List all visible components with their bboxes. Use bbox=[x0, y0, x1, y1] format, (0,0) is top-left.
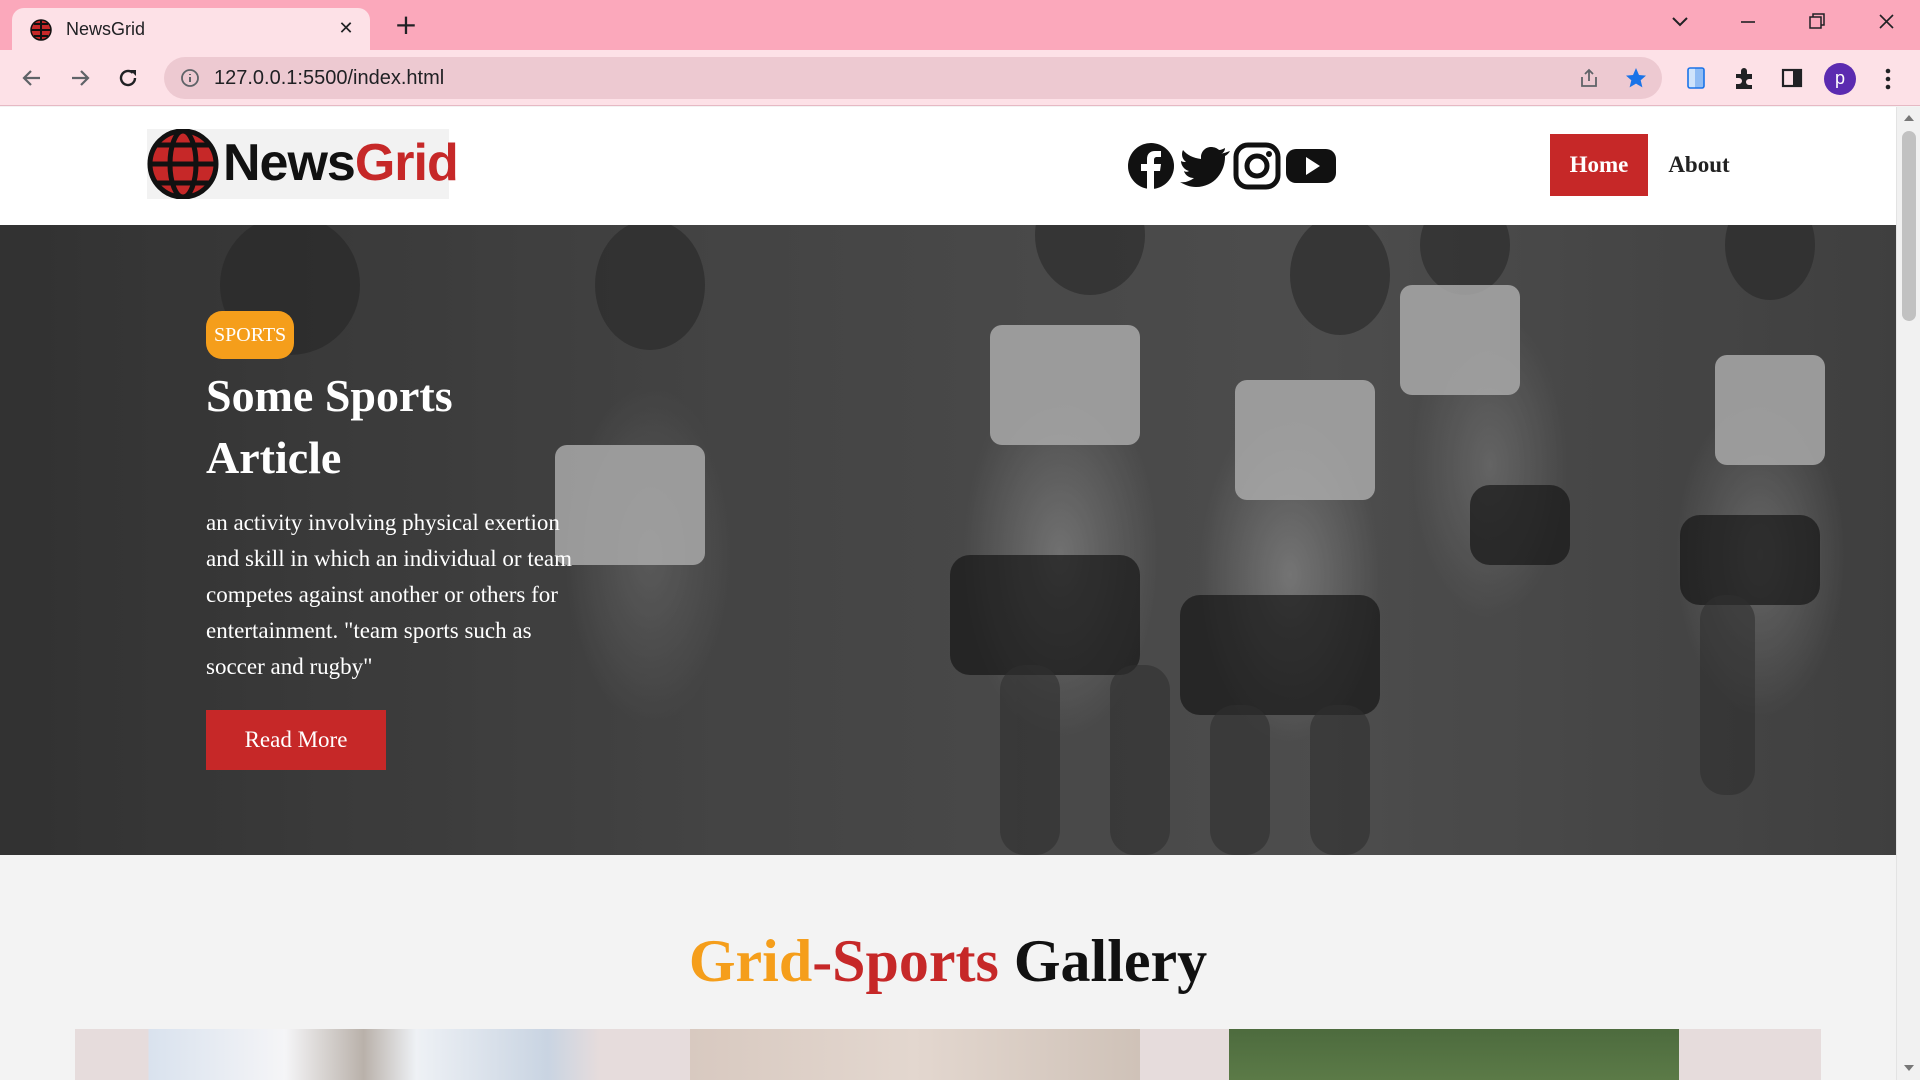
browser-tab[interactable]: NewsGrid ✕ bbox=[12, 8, 370, 50]
gallery-title-grid: Grid bbox=[688, 928, 813, 994]
back-icon[interactable] bbox=[16, 62, 48, 94]
browser-toolbar: 127.0.0.1:5500/index.html p bbox=[0, 50, 1920, 106]
site-info-icon[interactable] bbox=[180, 68, 200, 88]
minimize-icon[interactable] bbox=[1728, 8, 1768, 36]
scroll-up-icon[interactable] bbox=[1903, 113, 1915, 123]
logo-text: NewsGrid bbox=[223, 133, 459, 193]
reload-icon[interactable] bbox=[112, 62, 144, 94]
read-more-button[interactable]: Read More bbox=[206, 710, 386, 770]
restore-icon[interactable] bbox=[1796, 8, 1836, 36]
close-window-icon[interactable] bbox=[1866, 8, 1906, 36]
page-viewport: NewsGrid Home About SPORTS Some Sports A… bbox=[0, 107, 1920, 1080]
url-text: 127.0.0.1:5500/index.html bbox=[214, 67, 445, 89]
tab-search-chevron-icon[interactable] bbox=[1660, 8, 1700, 36]
globe-logo-icon bbox=[147, 129, 219, 199]
tab-close-icon[interactable]: ✕ bbox=[334, 17, 358, 41]
gallery-image[interactable] bbox=[75, 1029, 600, 1080]
gallery-spacer bbox=[600, 1029, 690, 1080]
extension-doc-icon[interactable] bbox=[1682, 64, 1710, 92]
youtube-icon[interactable] bbox=[1284, 141, 1338, 191]
address-bar[interactable]: 127.0.0.1:5500/index.html bbox=[164, 57, 1662, 99]
side-panel-icon[interactable] bbox=[1778, 64, 1806, 92]
hero-description: an activity involving physical exertion … bbox=[206, 510, 573, 679]
hero-title: Some Sports Article bbox=[206, 370, 453, 483]
gallery-image[interactable] bbox=[1229, 1029, 1679, 1080]
site-logo[interactable]: NewsGrid bbox=[147, 129, 459, 199]
nav-home-link[interactable]: Home bbox=[1550, 134, 1648, 196]
hero-banner: SPORTS Some Sports Article an activity i… bbox=[0, 225, 1896, 855]
category-badge[interactable]: SPORTS bbox=[206, 311, 295, 359]
gallery-heading: Grid-Sports Gallery bbox=[0, 927, 1896, 996]
nav-about-link[interactable]: About bbox=[1662, 134, 1736, 196]
logo-news-text: News bbox=[223, 134, 356, 192]
logo-grid-text: Grid bbox=[354, 134, 459, 192]
scrollbar-thumb[interactable] bbox=[1902, 131, 1916, 321]
browser-menu-icon[interactable] bbox=[1878, 63, 1898, 95]
browser-tab-strip: NewsGrid ✕ + bbox=[0, 0, 1920, 50]
instagram-icon[interactable] bbox=[1232, 141, 1282, 191]
share-icon[interactable] bbox=[1578, 67, 1600, 89]
site-header: NewsGrid Home About bbox=[0, 107, 1896, 225]
gallery-spacer bbox=[1140, 1029, 1230, 1080]
new-tab-button[interactable]: + bbox=[392, 10, 420, 40]
forward-icon[interactable] bbox=[64, 62, 96, 94]
scroll-down-icon[interactable] bbox=[1903, 1063, 1915, 1073]
extensions-puzzle-icon[interactable] bbox=[1730, 64, 1758, 92]
facebook-icon[interactable] bbox=[1126, 141, 1176, 191]
gallery-title-dash: - bbox=[812, 928, 833, 994]
globe-favicon-icon bbox=[30, 19, 52, 41]
gallery-image[interactable] bbox=[690, 1029, 1140, 1080]
profile-avatar[interactable]: p bbox=[1824, 63, 1856, 95]
page-scrollbar[interactable] bbox=[1896, 107, 1920, 1080]
bookmark-star-icon[interactable] bbox=[1624, 66, 1648, 90]
gallery-title-sports: Sports bbox=[832, 928, 999, 994]
twitter-icon[interactable] bbox=[1180, 141, 1230, 191]
gallery-title-gallery: Gallery bbox=[1013, 928, 1208, 994]
gallery-spacer bbox=[1679, 1029, 1821, 1080]
tab-title: NewsGrid bbox=[66, 19, 146, 39]
